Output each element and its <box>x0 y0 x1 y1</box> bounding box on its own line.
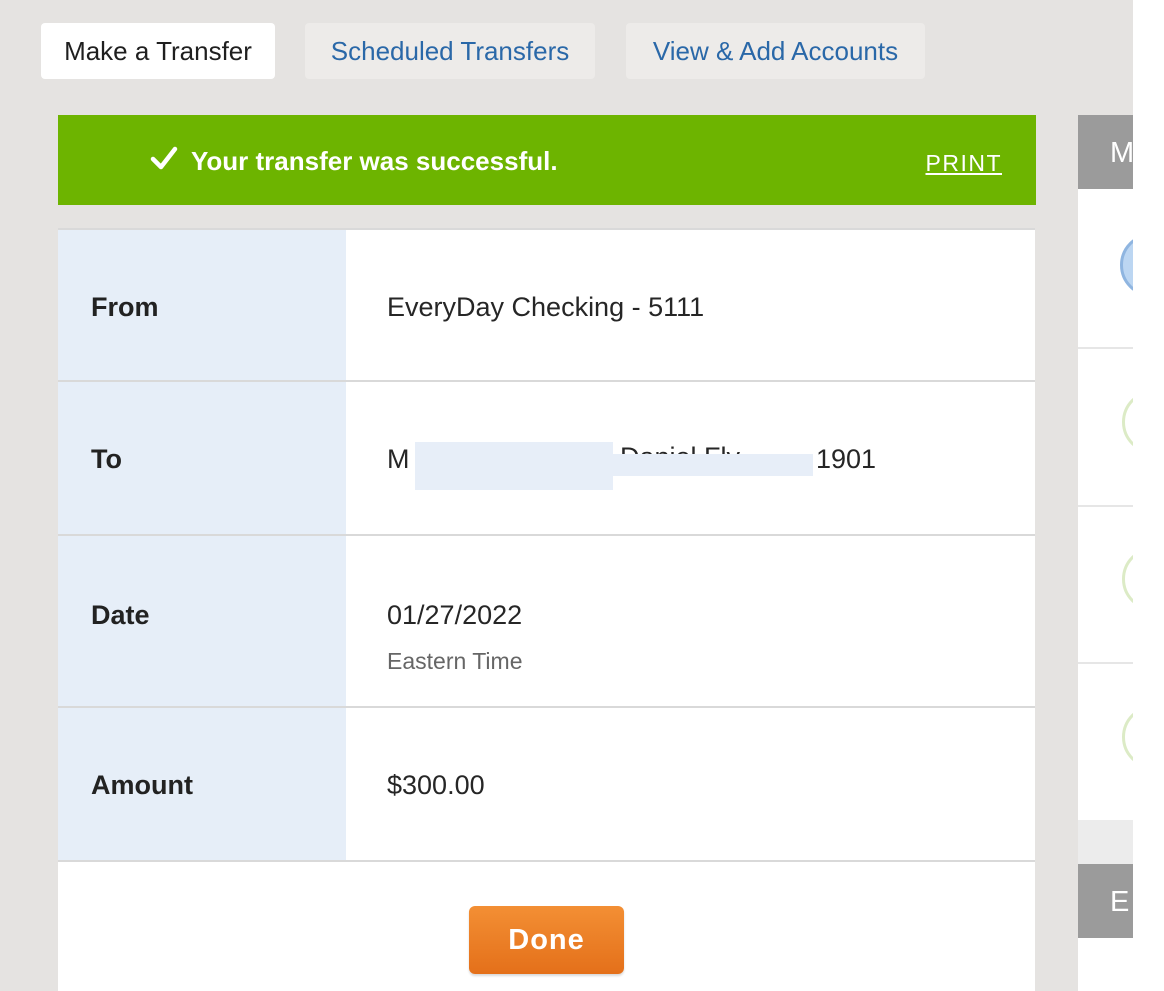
date-value: 01/27/2022 <box>387 600 523 630</box>
tab-scheduled-transfers[interactable]: Scheduled Transfers <box>305 23 595 79</box>
to-label: To <box>91 444 122 474</box>
divider <box>1078 347 1133 349</box>
divider <box>1078 505 1133 507</box>
sidebar-header-bottom: E <box>1078 864 1133 938</box>
status-circle-icon[interactable] <box>1122 390 1133 454</box>
sidebar-gap <box>1078 820 1133 864</box>
redaction-block <box>415 442 613 490</box>
transfer-tabs: Make a Transfer Scheduled Transfers View… <box>0 0 1133 100</box>
date-label: Date <box>91 600 150 630</box>
redacted-text-fragment: Daniel Flynn <box>620 442 740 454</box>
detail-row-amount: Amount $300.00 <box>58 708 1035 862</box>
transfer-details: From EveryDay Checking - 5111 To M 1901 … <box>58 228 1035 991</box>
print-link[interactable]: PRINT <box>926 115 1003 211</box>
account-avatar-icon[interactable] <box>1120 233 1133 297</box>
amount-value: $300.00 <box>387 770 485 800</box>
sidebar-header-top: M <box>1078 115 1133 189</box>
detail-row-date: Date 01/27/2022 Eastern Time <box>58 536 1035 708</box>
detail-row-to: To M 1901 Daniel Flynn <box>58 382 1035 536</box>
status-circle-icon[interactable] <box>1122 547 1133 611</box>
success-banner: Your transfer was successful. PRINT <box>58 115 1036 205</box>
redaction-block <box>613 454 813 476</box>
status-circle-icon[interactable] <box>1122 705 1133 769</box>
to-value-start: M <box>387 444 410 474</box>
timezone-note: Eastern Time <box>387 648 523 674</box>
success-message: Your transfer was successful. <box>191 146 558 176</box>
to-value-end: 1901 <box>816 444 877 474</box>
page: Make a Transfer Scheduled Transfers View… <box>0 0 1133 991</box>
tab-view-add-accounts[interactable]: View & Add Accounts <box>626 23 925 79</box>
checkmark-icon <box>150 146 178 170</box>
done-button[interactable]: Done <box>469 906 624 974</box>
amount-label: Amount <box>91 770 193 800</box>
detail-row-from: From EveryDay Checking - 5111 <box>58 228 1035 382</box>
from-label: From <box>91 292 159 322</box>
from-value: EveryDay Checking - 5111 <box>387 292 705 322</box>
right-sidebar: M E <box>1078 115 1133 991</box>
divider <box>1078 662 1133 664</box>
tab-make-a-transfer[interactable]: Make a Transfer <box>41 23 275 79</box>
